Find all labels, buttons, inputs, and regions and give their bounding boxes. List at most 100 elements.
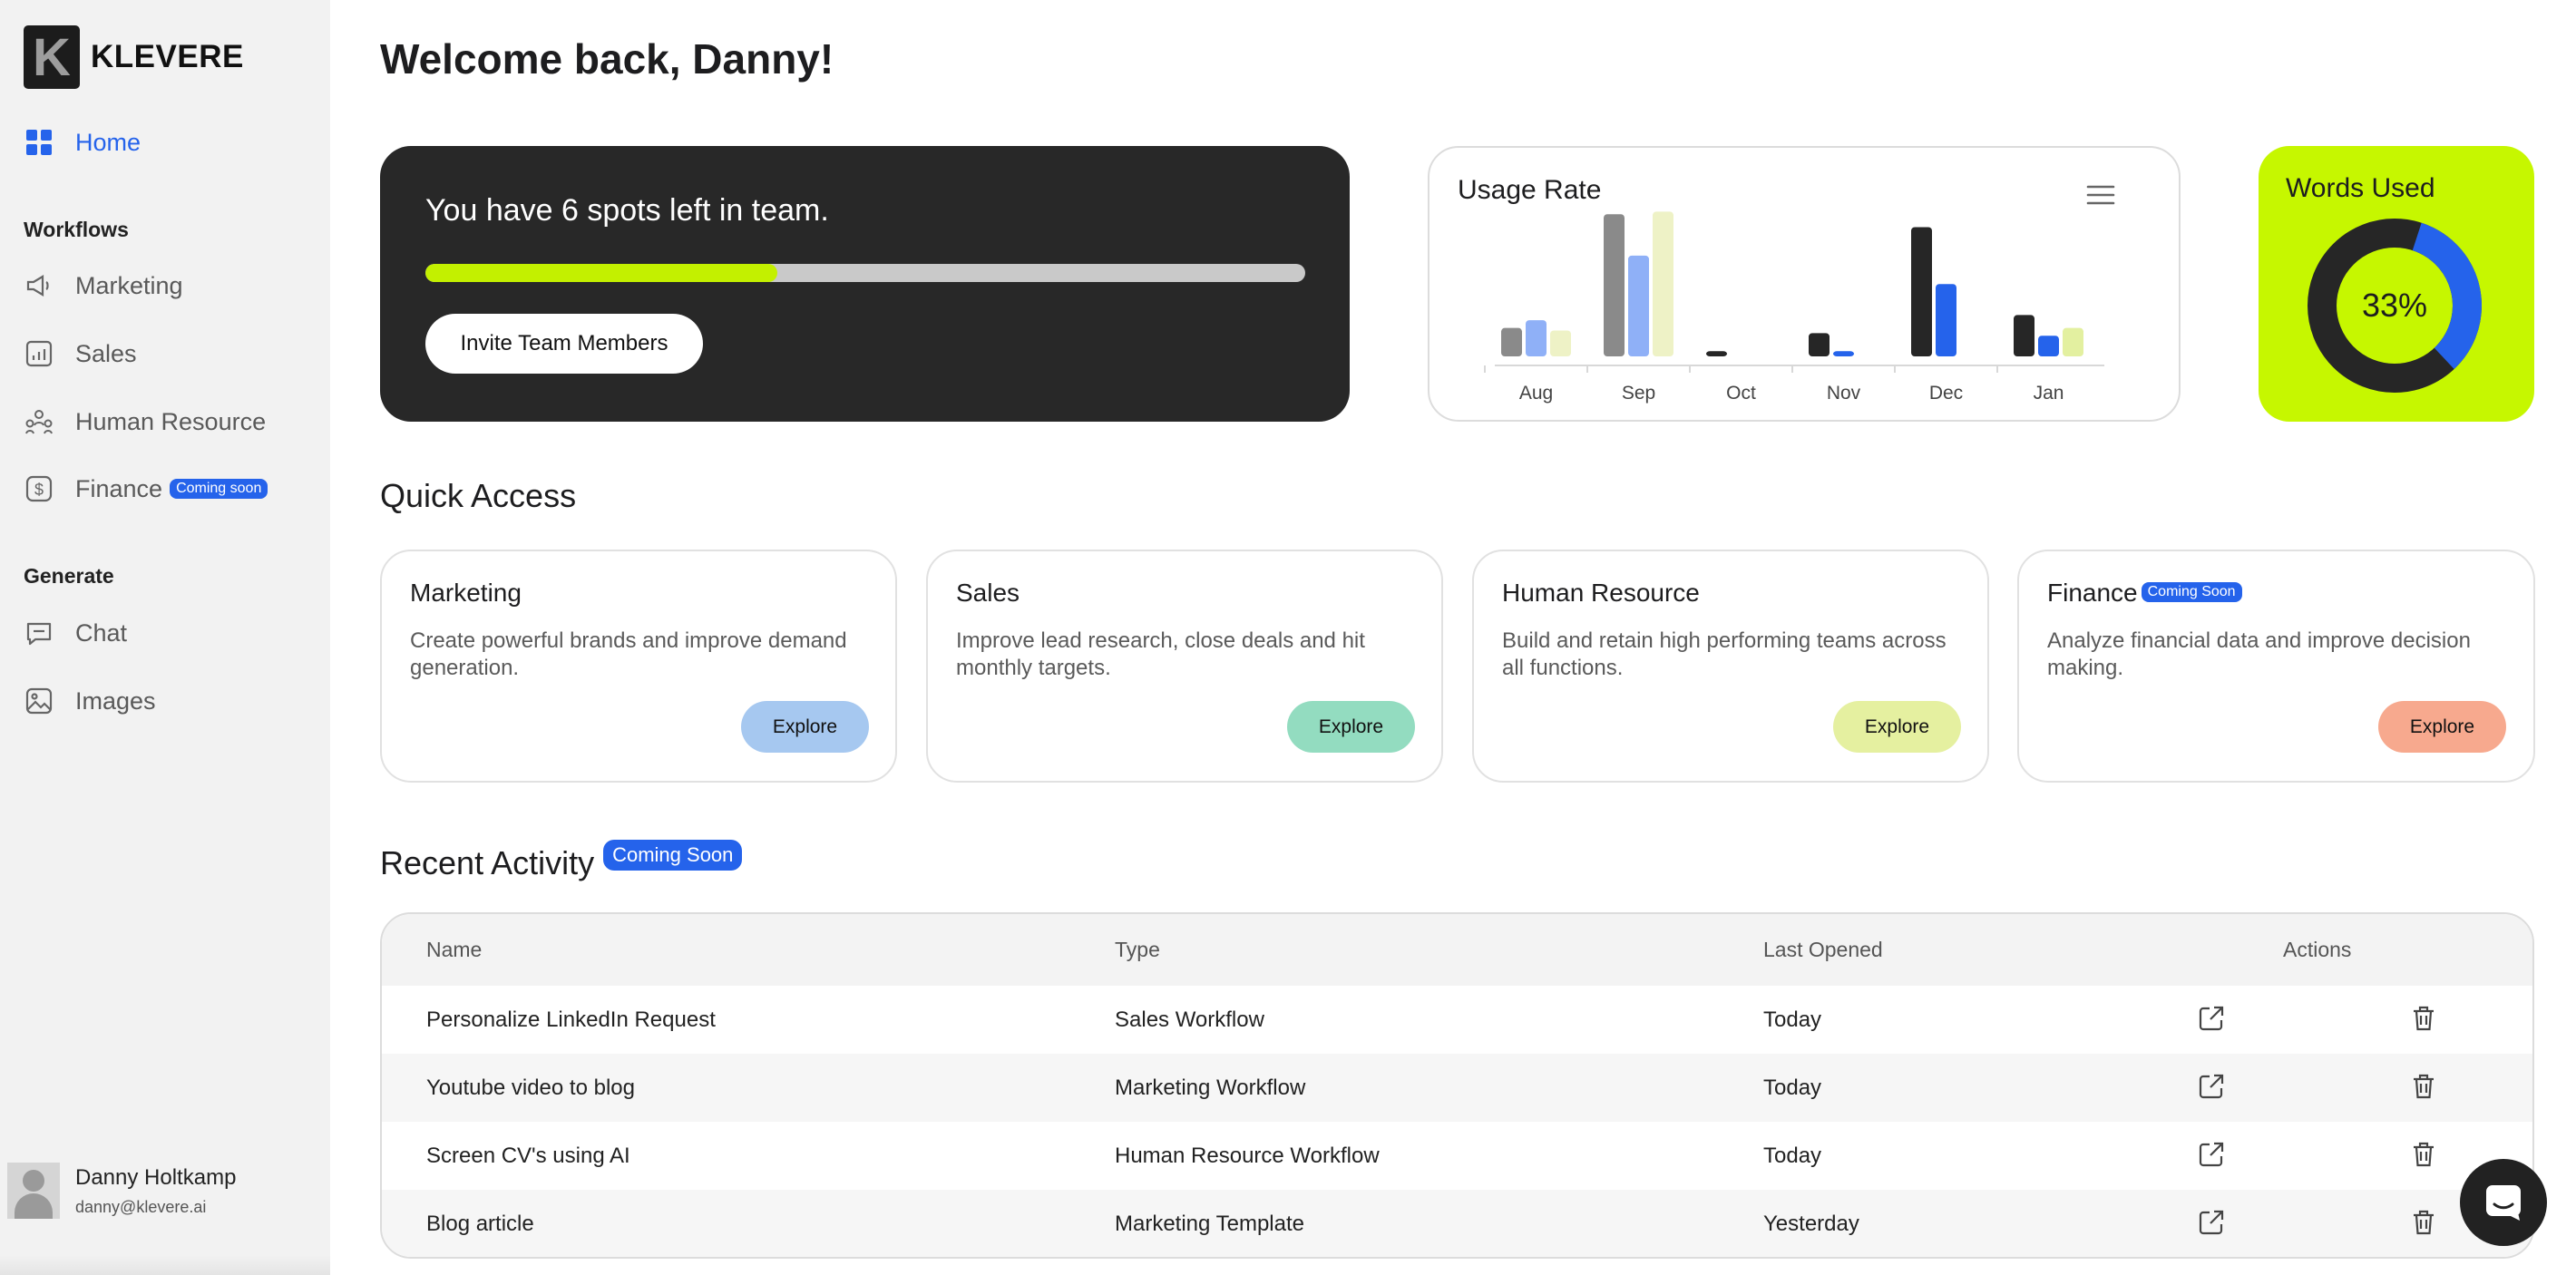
open-external-icon[interactable] — [2195, 1206, 2228, 1239]
bar-sep-2 — [1653, 211, 1673, 356]
row-type: Marketing Workflow — [1115, 1075, 1306, 1100]
bar-jan-0 — [2014, 315, 2034, 356]
chart-icon — [24, 338, 54, 369]
sidebar-item-chat[interactable]: Chat — [24, 613, 127, 653]
team-progress-bar — [425, 264, 1305, 282]
sidebar-item-label: Human Resource — [75, 407, 267, 435]
sidebar: K KLEVERE Home Workflows Marketing Sales… — [0, 0, 330, 1275]
table-row[interactable]: Youtube video to blog Marketing Workflow… — [382, 1054, 2532, 1122]
brand[interactable]: K KLEVERE — [24, 25, 244, 89]
quick-card-marketing: Marketing Create powerful brands and imp… — [380, 550, 897, 783]
table-header: Name Type Last Opened Actions — [382, 914, 2532, 986]
people-icon — [24, 406, 54, 437]
words-used-title: Words Used — [2286, 173, 2435, 203]
row-last-opened: Today — [1763, 1007, 1822, 1032]
chat-icon — [24, 618, 54, 648]
row-last-opened: Yesterday — [1763, 1212, 1859, 1236]
sidebar-item-label: Home — [75, 128, 141, 156]
logo-icon: K — [24, 25, 80, 89]
workflows-heading: Workflows — [24, 218, 129, 241]
row-type: Marketing Template — [1115, 1212, 1304, 1236]
row-type: Human Resource Workflow — [1115, 1144, 1380, 1168]
column-header-name: Name — [426, 938, 483, 961]
megaphone-icon — [24, 270, 54, 301]
sidebar-item-sales[interactable]: Sales — [24, 334, 137, 374]
sidebar-item-finance[interactable]: $ Finance Coming soon — [24, 469, 268, 509]
trash-icon[interactable] — [2407, 1138, 2440, 1171]
brand-name: KLEVERE — [91, 39, 244, 74]
bar-dec-0 — [1911, 227, 1932, 356]
bar-jan-1 — [2038, 336, 2059, 356]
table-row[interactable]: Screen CV's using AI Human Resource Work… — [382, 1122, 2532, 1190]
trash-icon[interactable] — [2407, 1206, 2440, 1239]
sidebar-item-label: Images — [75, 686, 156, 715]
coming-soon-badge: Coming Soon — [603, 840, 743, 871]
row-type: Sales Workflow — [1115, 1007, 1264, 1032]
explore-human-resource-button[interactable]: Explore — [1833, 701, 1961, 753]
bar-aug-1 — [1526, 320, 1547, 356]
quick-card-sales: Sales Improve lead research, close deals… — [926, 550, 1443, 783]
sidebar-item-marketing[interactable]: Marketing — [24, 266, 183, 306]
quick-card-desc: Analyze financial data and improve decis… — [2047, 628, 2471, 680]
invite-team-members-button[interactable]: Invite Team Members — [425, 314, 703, 374]
quick-card-finance: Finance Coming Soon Analyze financial dat… — [2017, 550, 2535, 783]
recent-activity-title: Recent Activity — [380, 844, 595, 881]
support-chat-button[interactable] — [2460, 1159, 2547, 1246]
quick-card-title: Human Resource — [1502, 579, 1700, 607]
bar-aug-2 — [1550, 330, 1571, 356]
sidebar-item-label: Chat — [75, 618, 128, 647]
bar-jan-2 — [2063, 327, 2083, 356]
open-external-icon[interactable] — [2195, 1138, 2228, 1171]
sidebar-item-label: Marketing — [75, 271, 183, 299]
table-row[interactable]: Blog article Marketing Template Yesterda… — [382, 1190, 2532, 1257]
bar-sep-1 — [1628, 255, 1649, 356]
bar-dec-1 — [1936, 284, 1956, 356]
image-icon — [24, 686, 54, 716]
column-header-last-opened: Last Opened — [1763, 938, 1883, 961]
bar-aug-0 — [1501, 327, 1522, 356]
chat-bubble-icon — [2486, 1185, 2521, 1221]
column-header-type: Type — [1115, 938, 1160, 961]
quick-access-title: Quick Access — [380, 477, 577, 514]
quick-card-desc: Improve lead research, close deals and h… — [956, 628, 1365, 680]
explore-finance-button[interactable]: Explore — [2378, 701, 2506, 753]
team-progress-fill — [425, 264, 777, 282]
user-profile[interactable]: Danny Holtkamp danny@klevere.ai — [7, 1161, 330, 1221]
quick-card-title: Marketing — [410, 579, 522, 607]
usage-rate-card: Usage Rate Aug Sep Oct Nov Dec Jan — [1428, 146, 2181, 422]
row-last-opened: Today — [1763, 1144, 1822, 1168]
row-name: Screen CV's using AI — [426, 1144, 630, 1168]
column-header-actions: Actions — [2283, 938, 2352, 961]
grid-icon — [24, 127, 54, 158]
x-tick-label: Sep — [1622, 383, 1655, 404]
words-used-card: Words Used 33% — [2259, 146, 2534, 422]
explore-sales-button[interactable]: Explore — [1287, 701, 1415, 753]
quick-card-human-resource: Human Resource Build and retain high per… — [1472, 550, 1989, 783]
sidebar-item-images[interactable]: Images — [24, 681, 156, 721]
x-tick-label: Jan — [2034, 383, 2064, 404]
recent-activity-title-wrap: Recent Activity Coming Soon — [380, 840, 743, 882]
x-tick-label: Aug — [1519, 383, 1553, 404]
words-used-percent: 33% — [2361, 287, 2428, 324]
bar-sep-0 — [1604, 214, 1625, 356]
sidebar-bottom-shadow — [0, 1255, 330, 1275]
open-external-icon[interactable] — [2195, 1070, 2228, 1103]
avatar — [7, 1163, 60, 1219]
open-external-icon[interactable] — [2195, 1002, 2228, 1035]
x-tick-label: Nov — [1827, 383, 1861, 404]
row-name: Blog article — [426, 1212, 534, 1236]
sidebar-item-label: Finance — [75, 474, 163, 502]
trash-icon[interactable] — [2407, 1002, 2440, 1035]
explore-marketing-button[interactable]: Explore — [741, 701, 869, 753]
quick-card-title: Sales — [956, 579, 1020, 607]
trash-icon[interactable] — [2407, 1070, 2440, 1103]
sidebar-item-home[interactable]: Home — [24, 122, 141, 162]
quick-card-title-wrap: Finance Coming Soon — [2047, 579, 2242, 608]
row-name: Youtube video to blog — [426, 1075, 635, 1100]
sidebar-item-human-resource[interactable]: Human Resource — [24, 402, 266, 442]
quick-card-desc: Create powerful brands and improve deman… — [410, 628, 847, 680]
bar-nov-0 — [1809, 333, 1830, 356]
coming-soon-badge: Coming Soon — [2141, 582, 2242, 602]
row-last-opened: Today — [1763, 1075, 1822, 1100]
table-row[interactable]: Personalize LinkedIn Request Sales Workf… — [382, 986, 2532, 1054]
